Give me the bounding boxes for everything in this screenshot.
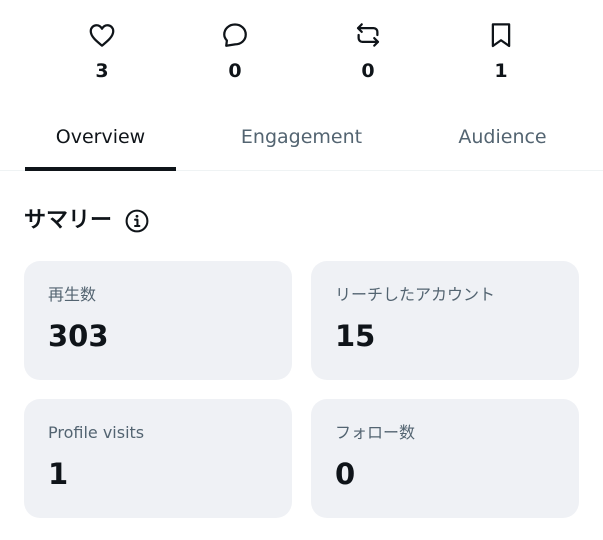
like-stat[interactable]: 3 — [62, 20, 142, 82]
tab-audience-label: Audience — [458, 126, 547, 148]
metric-label: 再生数 — [48, 285, 97, 304]
summary-title: サマリー — [24, 208, 113, 233]
tab-overview-label: Overview — [55, 126, 146, 148]
metric-card-reach: リーチしたアカウント 15 — [311, 261, 579, 380]
metric-label: リーチしたアカウント — [335, 285, 496, 304]
summary-heading: サマリー — [24, 207, 150, 235]
bookmark-stat[interactable]: 1 — [461, 20, 541, 82]
metric-label: フォロー数 — [335, 423, 416, 442]
tab-engagement[interactable]: Engagement — [226, 112, 377, 170]
metric-value: 303 — [48, 319, 109, 353]
bookmark-count: 1 — [494, 60, 508, 82]
bookmark-icon — [491, 23, 511, 48]
reply-stat[interactable]: 0 — [195, 20, 275, 82]
heart-icon — [89, 24, 115, 47]
metric-value: 1 — [48, 457, 69, 491]
post-actions-bar: 3 0 0 1 — [0, 20, 603, 90]
metric-label: Profile visits — [48, 423, 145, 442]
reply-icon — [223, 23, 247, 47]
reply-count: 0 — [228, 60, 242, 82]
repost-count: 0 — [361, 60, 375, 82]
metric-value: 15 — [335, 319, 376, 353]
tab-audience[interactable]: Audience — [427, 112, 578, 170]
active-tab-indicator — [25, 167, 176, 171]
tab-engagement-label: Engagement — [240, 126, 363, 148]
repost-icon — [356, 23, 380, 47]
metric-card-views: 再生数 303 — [24, 261, 292, 380]
tab-overview[interactable]: Overview — [25, 112, 176, 171]
metric-card-follows: フォロー数 0 — [311, 399, 579, 518]
info-icon[interactable] — [124, 208, 150, 234]
metric-card-profile-visits: Profile visits 1 — [24, 399, 292, 518]
like-count: 3 — [95, 60, 109, 82]
analytics-tab-bar: Overview Engagement Audience — [0, 112, 603, 171]
metric-value: 0 — [335, 457, 356, 491]
repost-stat[interactable]: 0 — [328, 20, 408, 82]
